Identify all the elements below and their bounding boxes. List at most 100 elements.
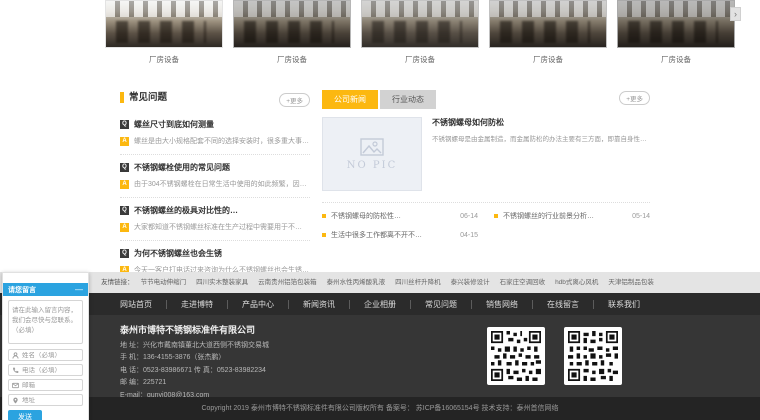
- carousel-next-icon[interactable]: ›: [730, 7, 741, 21]
- factory-photo[interactable]: [361, 0, 479, 48]
- minimize-icon[interactable]: —: [75, 287, 83, 293]
- faq-answer-text: 大家都知道不锈钢螺丝标准在生产过程中需要用于不…: [134, 222, 302, 232]
- factory-photo[interactable]: [617, 0, 735, 48]
- faq-question[interactable]: Q 螺丝尺寸到底如何测量: [120, 119, 310, 130]
- faq-title: 常见问题: [120, 92, 167, 103]
- friend-link[interactable]: hdb式离心风机: [555, 279, 598, 286]
- message-widget-body: 发送: [3, 296, 88, 420]
- photo-caption: 厂房设备: [489, 54, 607, 65]
- news-list-item[interactable]: 生活中很多工作都离不开不… 04-15: [322, 230, 478, 240]
- user-icon: [12, 352, 19, 359]
- footer: 泰州市博特不锈钢标准件有限公司 地 址：兴化市戴南镇董北大道西侧不锈钢交易城 手…: [0, 315, 760, 397]
- photo-caption: 厂房设备: [105, 54, 223, 65]
- friend-link[interactable]: 四川丝杆升降机: [395, 279, 441, 286]
- friend-link[interactable]: 云南贵州铝箔包装箱: [258, 279, 317, 286]
- faq-question[interactable]: Q 不锈钢螺栓使用的常见问题: [120, 162, 310, 173]
- qr-code: [487, 327, 545, 385]
- q-badge-icon: Q: [120, 120, 129, 129]
- friend-link[interactable]: 天津铝制品包装: [608, 279, 654, 286]
- news-more-button[interactable]: +更多: [619, 91, 650, 105]
- factory-photo[interactable]: [105, 0, 223, 48]
- footer-nav-products[interactable]: 产品中心: [228, 300, 289, 309]
- bullet-icon: [494, 214, 498, 218]
- bullet-icon: [322, 233, 326, 237]
- faq-answer: A 由于304不锈钢螺栓在日常生活中使用的如此频繁，因…: [120, 179, 310, 189]
- phone-input[interactable]: [22, 367, 79, 374]
- address-input[interactable]: [22, 397, 79, 404]
- featured-news-body: 不锈钢螺母如何防松 不锈钢螺母是由金属制造，而金属防松的办法主要有三方面，即靠自…: [432, 117, 650, 191]
- phone-icon: [12, 367, 19, 374]
- address-field[interactable]: [8, 394, 83, 406]
- message-textarea[interactable]: [8, 300, 83, 344]
- image-icon: [360, 138, 384, 156]
- send-button[interactable]: 发送: [8, 410, 42, 420]
- faq-answer: A 螺丝是由大小规格配套不同的选择安装时，很多重大事故的…: [120, 136, 310, 146]
- friend-link[interactable]: 节节电动伸缩门: [141, 279, 187, 286]
- factory-photo[interactable]: [233, 0, 351, 48]
- phone-field[interactable]: [8, 364, 83, 376]
- gallery-item: 厂房设备: [361, 0, 479, 65]
- faq-question-text: 螺丝尺寸到底如何测量: [134, 119, 214, 130]
- q-badge-icon: Q: [120, 206, 129, 215]
- faq-question-text: 不锈钢螺栓使用的常见问题: [134, 162, 230, 173]
- news-list-item[interactable]: 不锈钢螺丝的行业前景分析… 05-14: [494, 211, 650, 221]
- tab-company-news[interactable]: 公司新闻: [322, 90, 378, 109]
- footer-nav-about[interactable]: 走进博特: [167, 300, 228, 309]
- photo-caption: 厂房设备: [233, 54, 351, 65]
- footer-nav-message[interactable]: 在线留言: [533, 300, 594, 309]
- q-badge-icon: Q: [120, 163, 129, 172]
- a-badge-icon: A: [120, 137, 129, 146]
- copyright-bar: Copyright 2019 泰州市博特不锈钢标准件有限公司版权所有 备案号： …: [0, 397, 760, 420]
- friend-link[interactable]: 泰州水性丙烯酸乳液: [327, 279, 386, 286]
- name-field[interactable]: [8, 349, 83, 361]
- friend-link[interactable]: 泰兴装修设计: [451, 279, 490, 286]
- friend-links-label: 友情链接：: [101, 279, 134, 286]
- faq-more-button[interactable]: +更多: [279, 93, 310, 107]
- webpage: 厂房设备 厂房设备 厂房设备 厂房设备 厂房设备 › 常见问题 +更多 Q: [0, 0, 760, 420]
- footer-company-info: 泰州市博特不锈钢标准件有限公司 地 址：兴化市戴南镇董北大道西侧不锈钢交易城 手…: [120, 323, 269, 402]
- qr-code: [564, 327, 622, 385]
- footer-nav-news[interactable]: 新闻资讯: [289, 300, 350, 309]
- footer-nav-contact[interactable]: 联系我们: [594, 300, 654, 309]
- gallery-item: 厂房设备: [233, 0, 351, 65]
- friend-link[interactable]: 四川实木整装家具: [196, 279, 248, 286]
- footer-nav-home[interactable]: 网站首页: [106, 300, 167, 309]
- news-item-title: 不锈钢螺丝的行业前景分析…: [503, 211, 626, 221]
- name-input[interactable]: [22, 352, 79, 359]
- gallery-item: 厂房设备: [105, 0, 223, 65]
- footer-nav-faq[interactable]: 常见问题: [411, 300, 472, 309]
- news-list-item[interactable]: 不锈钢螺母的防松性… 06-14: [322, 211, 478, 221]
- email-input[interactable]: [22, 382, 79, 389]
- friend-links-bar: 友情链接： 节节电动伸缩门 四川实木整装家具 云南贵州铝箔包装箱 泰州水性丙烯酸乳液 四川…: [0, 272, 760, 293]
- footer-nav-album[interactable]: 企业相册: [350, 300, 411, 309]
- email-field[interactable]: [8, 379, 83, 391]
- no-pic-label: NO PIC: [347, 160, 397, 171]
- featured-news-excerpt: 不锈钢螺母是由金属制造，而金属防松的办法主要有三方面，即靠自身性质。…: [432, 133, 650, 143]
- footer-nav: 网站首页 走进博特 产品中心 新闻资讯 企业相册 常见问题 销售网络 在线留言 …: [0, 293, 760, 315]
- factory-gallery: 厂房设备 厂房设备 厂房设备 厂房设备 厂房设备: [105, 0, 735, 65]
- tab-industry-news[interactable]: 行业动态: [380, 90, 436, 109]
- faq-question-text: 为何不锈钢螺丝也会生锈: [134, 248, 222, 259]
- faq-question[interactable]: Q 不锈钢螺丝的极具对比性的…: [120, 205, 310, 216]
- faq-question[interactable]: Q 为何不锈钢螺丝也会生锈: [120, 248, 310, 259]
- no-picture-placeholder: NO PIC: [322, 117, 422, 191]
- company-address: 地 址：兴化市戴南镇董北大道西侧不锈钢交易城: [120, 340, 269, 352]
- company-name: 泰州市博特不锈钢标准件有限公司: [120, 323, 269, 336]
- mail-icon: [12, 382, 19, 389]
- message-widget-title: 请您留言: [8, 285, 75, 295]
- featured-news-title[interactable]: 不锈钢螺母如何防松: [432, 117, 650, 128]
- featured-news: NO PIC 不锈钢螺母如何防松 不锈钢螺母是由金属制造，而金属防松的办法主要有…: [322, 117, 650, 191]
- photo-caption: 厂房设备: [617, 54, 735, 65]
- faq-answer: A 大家都知道不锈钢螺丝标准在生产过程中需要用于不…: [120, 222, 310, 232]
- friend-link[interactable]: 石家庄空调回收: [500, 279, 546, 286]
- photo-caption: 厂房设备: [361, 54, 479, 65]
- news-item-date: 04-15: [460, 232, 478, 239]
- faq-answer-text: 由于304不锈钢螺栓在日常生活中使用的如此频繁，因…: [134, 179, 307, 189]
- faq-item: Q 不锈钢螺丝的极具对比性的… A 大家都知道不锈钢螺丝标准在生产过程中需要用于…: [120, 198, 310, 241]
- footer-nav-network[interactable]: 销售网络: [472, 300, 533, 309]
- a-badge-icon: A: [120, 223, 129, 232]
- gallery-item: 厂房设备: [489, 0, 607, 65]
- factory-photo[interactable]: [489, 0, 607, 48]
- bullet-icon: [322, 214, 326, 218]
- news-list: 不锈钢螺母的防松性… 06-14 不锈钢螺丝的行业前景分析… 05-14 生活中…: [322, 202, 650, 240]
